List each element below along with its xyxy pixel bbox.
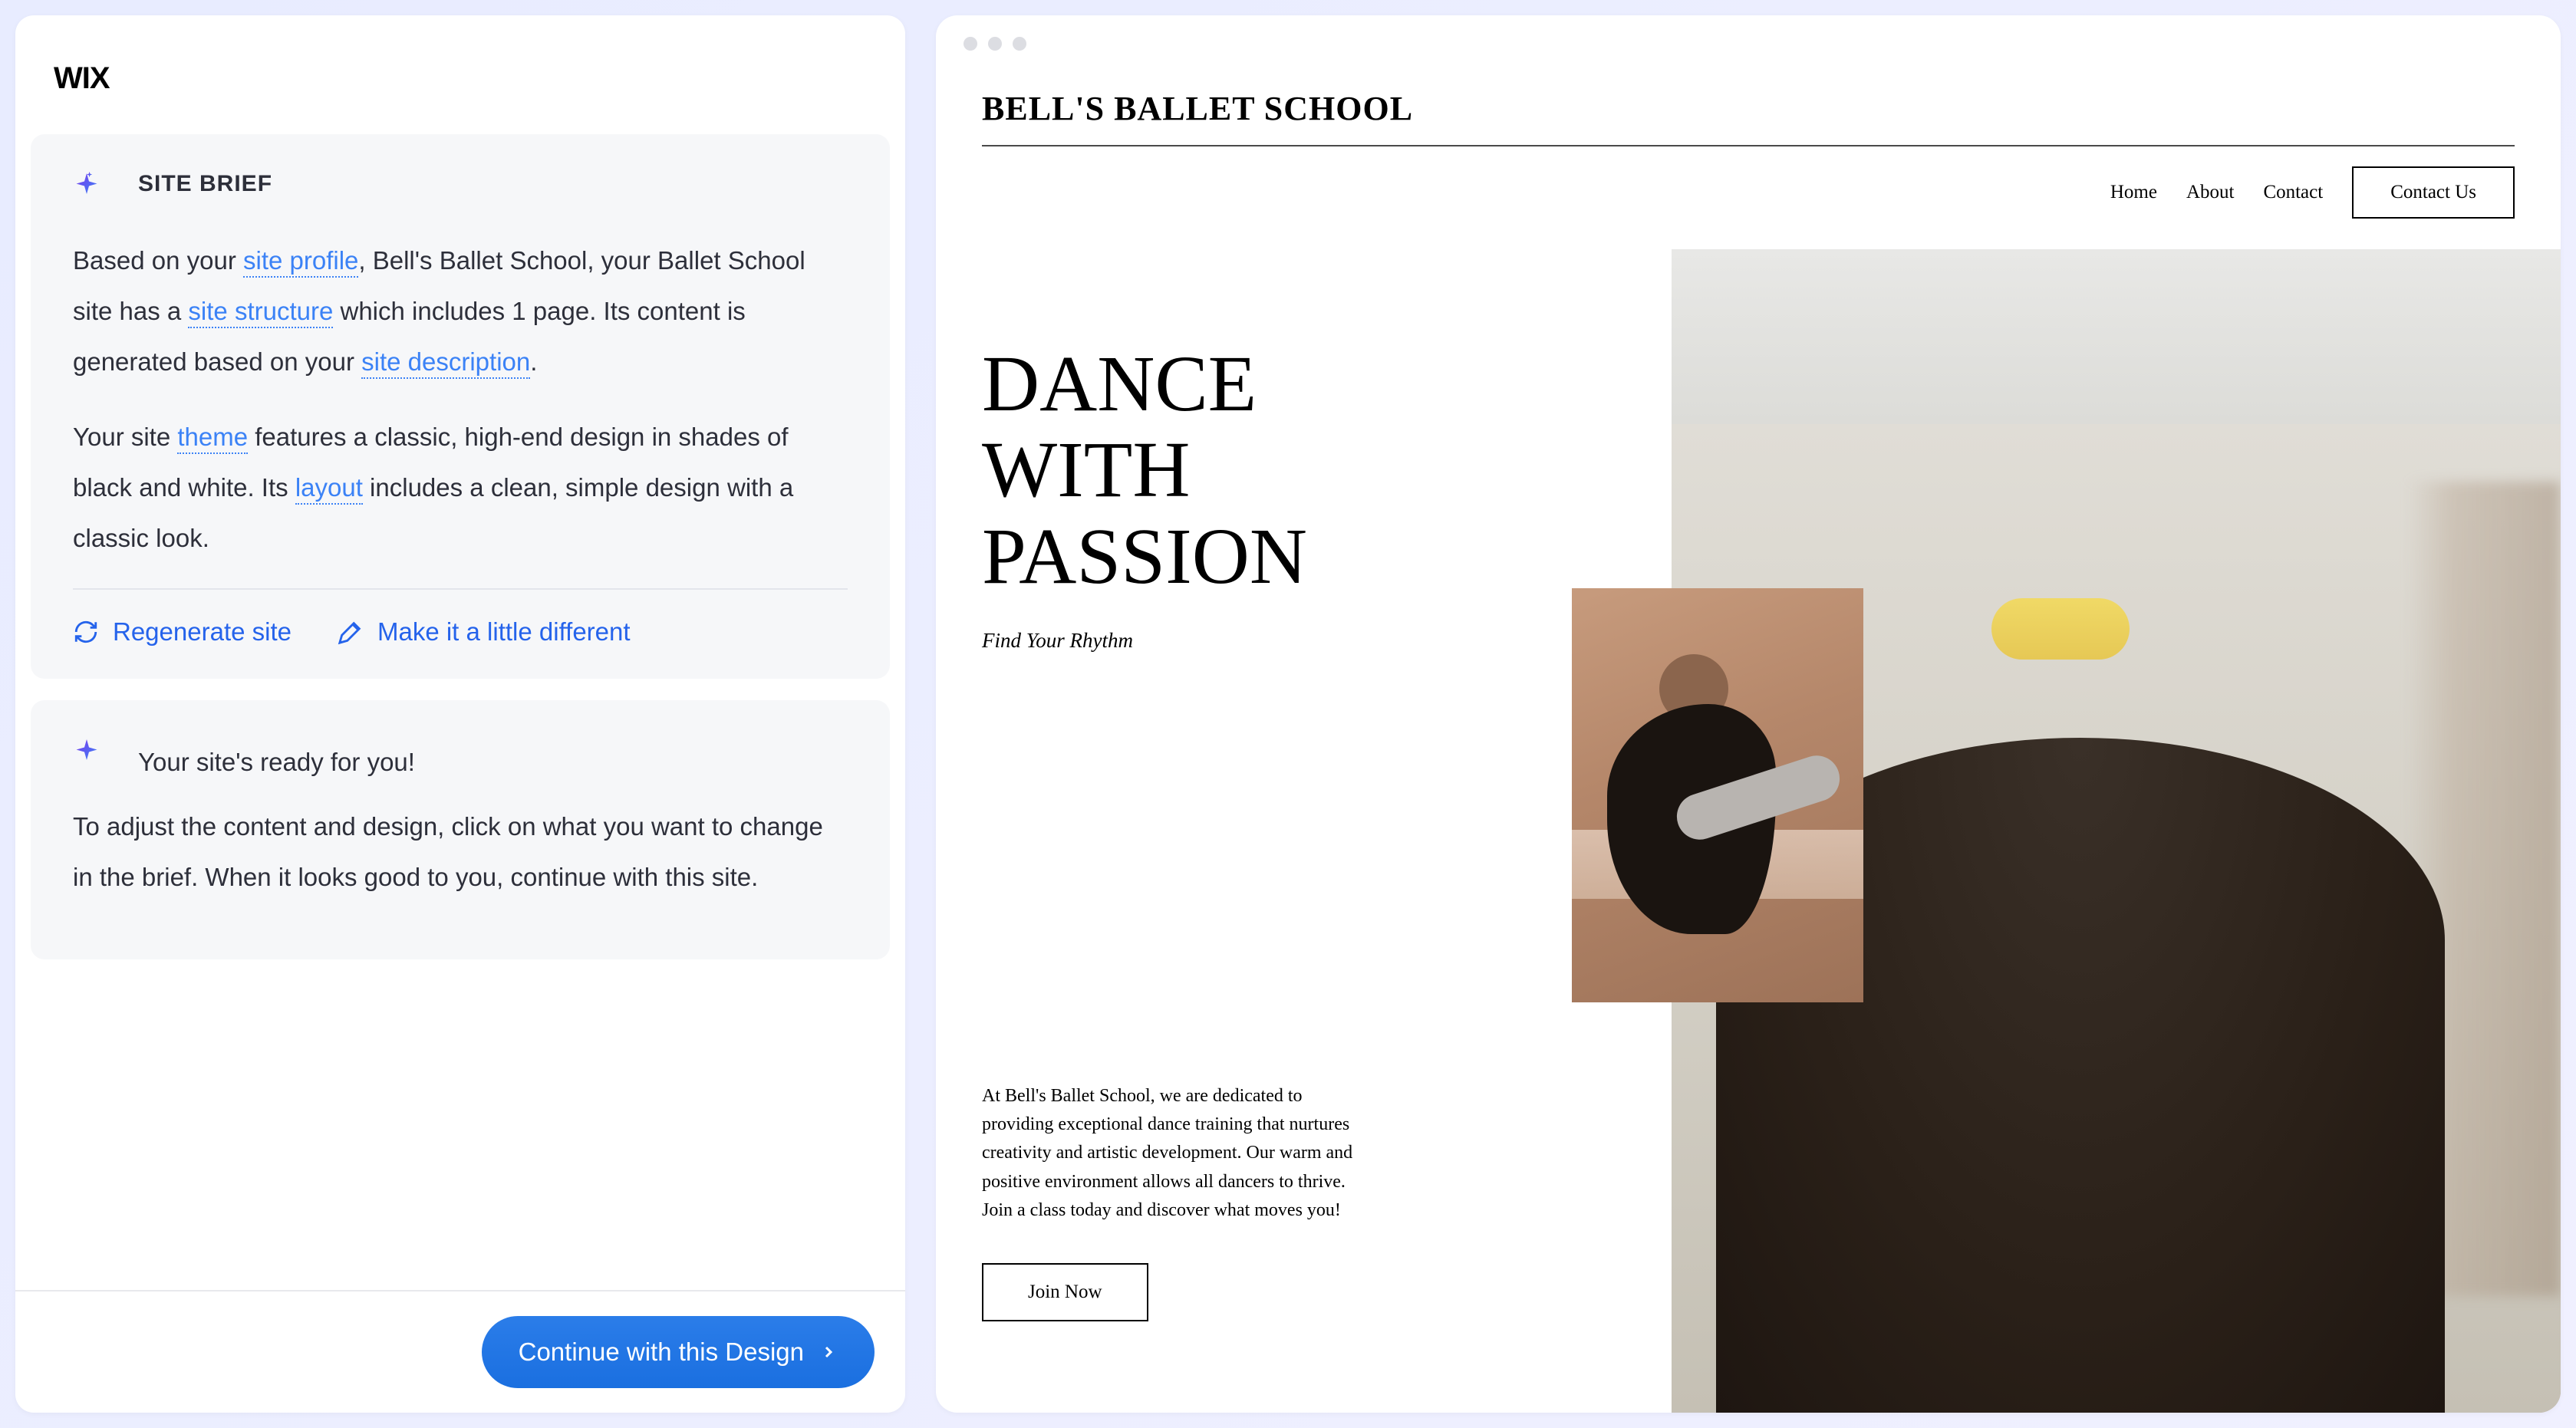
text: Based on your	[73, 246, 243, 275]
browser-dot	[988, 37, 1002, 51]
layout-link[interactable]: layout	[295, 473, 363, 505]
sparkle-icon	[73, 171, 100, 202]
preview-panel: BELL'S BALLET SCHOOL Home About Contact …	[936, 15, 2561, 1413]
hero-line-3: PASSION	[982, 512, 1307, 600]
contact-us-button[interactable]: Contact Us	[2352, 166, 2515, 219]
site-description-link[interactable]: site description	[361, 347, 530, 379]
text: Your site	[73, 423, 177, 451]
site-preview[interactable]: BELL'S BALLET SCHOOL Home About Contact …	[936, 66, 2561, 1413]
hero-section: DANCE WITH PASSION Find Your Rhythm At B…	[982, 249, 2515, 1413]
wix-logo: WIX	[15, 15, 905, 96]
ready-heading: Your site's ready for you!	[138, 737, 848, 788]
continue-label: Continue with this Design	[519, 1338, 804, 1367]
panel-footer: Continue with this Design	[15, 1290, 905, 1413]
ready-card: Your site's ready for you! To adjust the…	[31, 700, 890, 959]
site-nav: Home About Contact Contact Us	[982, 166, 2515, 219]
nav-about[interactable]: About	[2186, 182, 2235, 203]
brief-paragraph-1: Based on your site profile, Bell's Balle…	[73, 235, 848, 387]
site-brief-title: SITE BRIEF	[138, 171, 848, 197]
site-profile-link[interactable]: site profile	[243, 246, 358, 278]
text: .	[530, 347, 537, 376]
sparkle-icon	[73, 737, 100, 768]
different-label: Make it a little different	[377, 617, 631, 647]
divider	[73, 588, 848, 590]
site-brief-card: SITE BRIEF Based on your site profile, B…	[31, 134, 890, 679]
brief-actions: Regenerate site Make it a little differe…	[73, 617, 848, 647]
make-different-button[interactable]: Make it a little different	[338, 617, 631, 647]
hero-line-2: WITH	[982, 426, 1190, 514]
theme-link[interactable]: theme	[177, 423, 248, 454]
brief-paragraph-2: Your site theme features a classic, high…	[73, 412, 848, 564]
hero-inset-image	[1572, 588, 1863, 1002]
browser-dots	[936, 15, 2561, 66]
nav-contact[interactable]: Contact	[2263, 182, 2323, 203]
chevron-right-icon	[819, 1343, 838, 1361]
browser-dot	[1013, 37, 1026, 51]
site-header: BELL'S BALLET SCHOOL	[982, 66, 2515, 146]
hero-heading[interactable]: DANCE WITH PASSION	[982, 341, 1687, 600]
join-now-button[interactable]: Join Now	[982, 1263, 1148, 1321]
wand-icon	[338, 619, 364, 645]
hero-line-1: DANCE	[982, 340, 1257, 428]
hero-description[interactable]: At Bell's Ballet School, we are dedicate…	[982, 1082, 1358, 1225]
ready-body: To adjust the content and design, click …	[73, 801, 848, 903]
hero-image-area[interactable]	[1672, 249, 2561, 1413]
regenerate-label: Regenerate site	[113, 617, 292, 647]
refresh-icon	[73, 619, 99, 645]
brief-panel: WIX SITE BRIEF Based on your site profil…	[15, 15, 905, 1413]
site-title[interactable]: BELL'S BALLET SCHOOL	[982, 89, 2515, 128]
brief-body: SITE BRIEF Based on your site profile, B…	[15, 96, 905, 1290]
nav-home[interactable]: Home	[2110, 182, 2157, 203]
regenerate-site-button[interactable]: Regenerate site	[73, 617, 292, 647]
browser-dot	[964, 37, 977, 51]
site-structure-link[interactable]: site structure	[188, 297, 333, 328]
continue-design-button[interactable]: Continue with this Design	[482, 1316, 875, 1388]
